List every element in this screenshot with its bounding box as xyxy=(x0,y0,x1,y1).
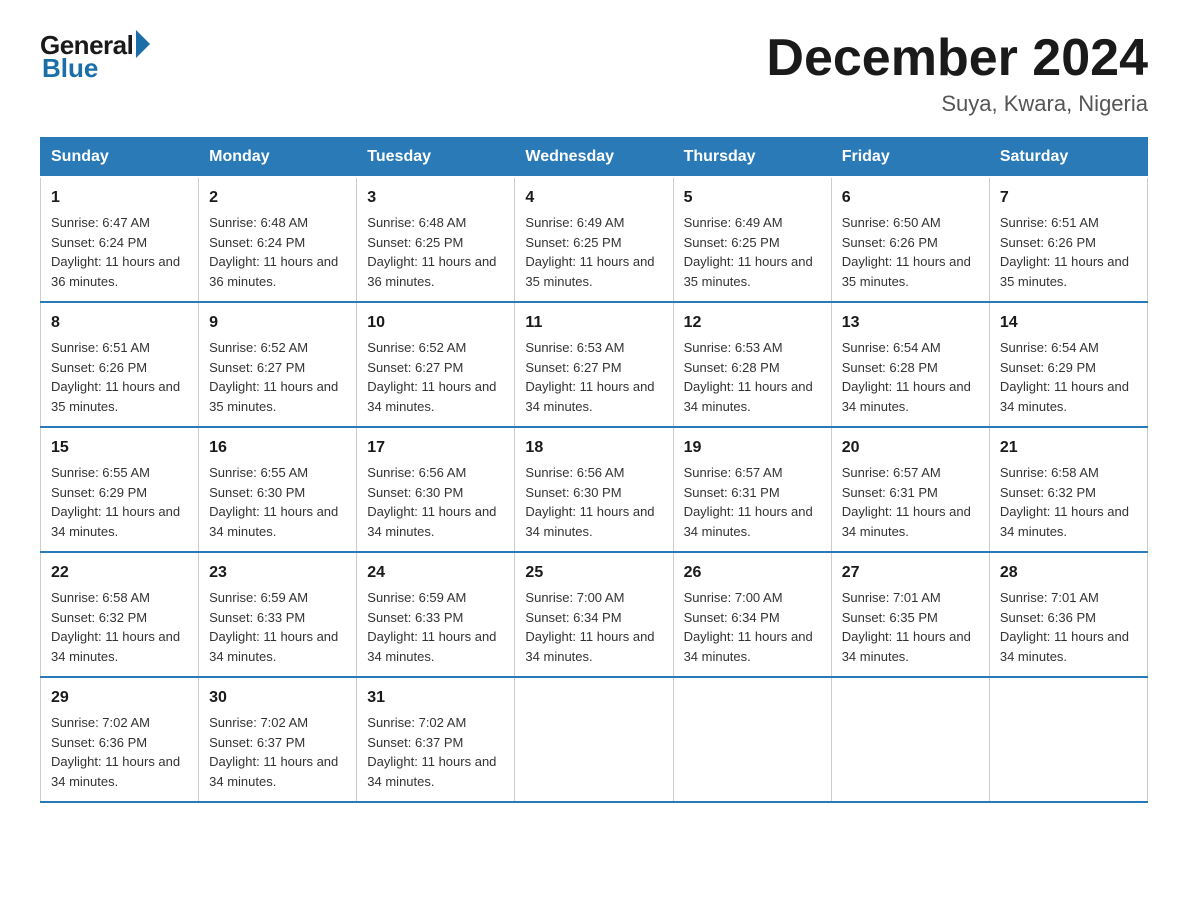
day-number: 14 xyxy=(1000,311,1137,335)
col-monday: Monday xyxy=(199,138,357,178)
calendar-cell: 18Sunrise: 6:56 AMSunset: 6:30 PMDayligh… xyxy=(515,427,673,552)
calendar-cell xyxy=(989,677,1147,802)
logo: General Blue xyxy=(40,30,150,84)
day-number: 17 xyxy=(367,436,504,460)
day-number: 2 xyxy=(209,186,346,210)
day-number: 7 xyxy=(1000,186,1137,210)
logo-triangle-icon xyxy=(136,30,150,58)
calendar-cell xyxy=(831,677,989,802)
day-number: 13 xyxy=(842,311,979,335)
day-number: 5 xyxy=(684,186,821,210)
day-number: 12 xyxy=(684,311,821,335)
col-saturday: Saturday xyxy=(989,138,1147,178)
col-tuesday: Tuesday xyxy=(357,138,515,178)
day-number: 11 xyxy=(525,311,662,335)
day-number: 29 xyxy=(51,686,188,710)
col-wednesday: Wednesday xyxy=(515,138,673,178)
day-number: 19 xyxy=(684,436,821,460)
calendar-cell: 9Sunrise: 6:52 AMSunset: 6:27 PMDaylight… xyxy=(199,302,357,427)
location: Suya, Kwara, Nigeria xyxy=(766,91,1148,117)
day-number: 24 xyxy=(367,561,504,585)
day-number: 8 xyxy=(51,311,188,335)
logo-blue-text: Blue xyxy=(42,53,98,84)
calendar-cell: 6Sunrise: 6:50 AMSunset: 6:26 PMDaylight… xyxy=(831,177,989,302)
day-number: 27 xyxy=(842,561,979,585)
page-header: General Blue December 2024 Suya, Kwara, … xyxy=(40,30,1148,117)
day-number: 23 xyxy=(209,561,346,585)
day-number: 18 xyxy=(525,436,662,460)
calendar-cell: 27Sunrise: 7:01 AMSunset: 6:35 PMDayligh… xyxy=(831,552,989,677)
day-number: 16 xyxy=(209,436,346,460)
col-friday: Friday xyxy=(831,138,989,178)
calendar-cell: 24Sunrise: 6:59 AMSunset: 6:33 PMDayligh… xyxy=(357,552,515,677)
calendar-cell: 31Sunrise: 7:02 AMSunset: 6:37 PMDayligh… xyxy=(357,677,515,802)
day-number: 6 xyxy=(842,186,979,210)
calendar-cell: 15Sunrise: 6:55 AMSunset: 6:29 PMDayligh… xyxy=(41,427,199,552)
day-number: 22 xyxy=(51,561,188,585)
calendar-cell: 19Sunrise: 6:57 AMSunset: 6:31 PMDayligh… xyxy=(673,427,831,552)
calendar-cell: 1Sunrise: 6:47 AMSunset: 6:24 PMDaylight… xyxy=(41,177,199,302)
day-number: 4 xyxy=(525,186,662,210)
day-number: 21 xyxy=(1000,436,1137,460)
calendar-cell: 26Sunrise: 7:00 AMSunset: 6:34 PMDayligh… xyxy=(673,552,831,677)
calendar-cell: 10Sunrise: 6:52 AMSunset: 6:27 PMDayligh… xyxy=(357,302,515,427)
calendar-cell: 28Sunrise: 7:01 AMSunset: 6:36 PMDayligh… xyxy=(989,552,1147,677)
calendar-cell: 8Sunrise: 6:51 AMSunset: 6:26 PMDaylight… xyxy=(41,302,199,427)
header-row: Sunday Monday Tuesday Wednesday Thursday… xyxy=(41,138,1148,178)
calendar-cell xyxy=(673,677,831,802)
day-number: 26 xyxy=(684,561,821,585)
week-row-4: 22Sunrise: 6:58 AMSunset: 6:32 PMDayligh… xyxy=(41,552,1148,677)
col-sunday: Sunday xyxy=(41,138,199,178)
calendar-cell: 29Sunrise: 7:02 AMSunset: 6:36 PMDayligh… xyxy=(41,677,199,802)
calendar-cell: 14Sunrise: 6:54 AMSunset: 6:29 PMDayligh… xyxy=(989,302,1147,427)
calendar-cell: 11Sunrise: 6:53 AMSunset: 6:27 PMDayligh… xyxy=(515,302,673,427)
calendar-cell: 23Sunrise: 6:59 AMSunset: 6:33 PMDayligh… xyxy=(199,552,357,677)
day-number: 25 xyxy=(525,561,662,585)
day-number: 31 xyxy=(367,686,504,710)
calendar-cell: 4Sunrise: 6:49 AMSunset: 6:25 PMDaylight… xyxy=(515,177,673,302)
calendar-cell: 13Sunrise: 6:54 AMSunset: 6:28 PMDayligh… xyxy=(831,302,989,427)
week-row-1: 1Sunrise: 6:47 AMSunset: 6:24 PMDaylight… xyxy=(41,177,1148,302)
month-title: December 2024 xyxy=(766,30,1148,87)
calendar-cell: 17Sunrise: 6:56 AMSunset: 6:30 PMDayligh… xyxy=(357,427,515,552)
calendar-cell: 12Sunrise: 6:53 AMSunset: 6:28 PMDayligh… xyxy=(673,302,831,427)
day-number: 28 xyxy=(1000,561,1137,585)
calendar-cell: 25Sunrise: 7:00 AMSunset: 6:34 PMDayligh… xyxy=(515,552,673,677)
calendar-cell: 22Sunrise: 6:58 AMSunset: 6:32 PMDayligh… xyxy=(41,552,199,677)
day-number: 10 xyxy=(367,311,504,335)
calendar-cell: 2Sunrise: 6:48 AMSunset: 6:24 PMDaylight… xyxy=(199,177,357,302)
title-section: December 2024 Suya, Kwara, Nigeria xyxy=(766,30,1148,117)
calendar-cell xyxy=(515,677,673,802)
calendar-cell: 21Sunrise: 6:58 AMSunset: 6:32 PMDayligh… xyxy=(989,427,1147,552)
calendar-cell: 20Sunrise: 6:57 AMSunset: 6:31 PMDayligh… xyxy=(831,427,989,552)
week-row-5: 29Sunrise: 7:02 AMSunset: 6:36 PMDayligh… xyxy=(41,677,1148,802)
col-thursday: Thursday xyxy=(673,138,831,178)
day-number: 20 xyxy=(842,436,979,460)
calendar-cell: 3Sunrise: 6:48 AMSunset: 6:25 PMDaylight… xyxy=(357,177,515,302)
calendar-cell: 5Sunrise: 6:49 AMSunset: 6:25 PMDaylight… xyxy=(673,177,831,302)
week-row-2: 8Sunrise: 6:51 AMSunset: 6:26 PMDaylight… xyxy=(41,302,1148,427)
day-number: 1 xyxy=(51,186,188,210)
day-number: 9 xyxy=(209,311,346,335)
calendar-table: Sunday Monday Tuesday Wednesday Thursday… xyxy=(40,137,1148,803)
day-number: 3 xyxy=(367,186,504,210)
calendar-cell: 7Sunrise: 6:51 AMSunset: 6:26 PMDaylight… xyxy=(989,177,1147,302)
calendar-cell: 16Sunrise: 6:55 AMSunset: 6:30 PMDayligh… xyxy=(199,427,357,552)
week-row-3: 15Sunrise: 6:55 AMSunset: 6:29 PMDayligh… xyxy=(41,427,1148,552)
day-number: 15 xyxy=(51,436,188,460)
calendar-cell: 30Sunrise: 7:02 AMSunset: 6:37 PMDayligh… xyxy=(199,677,357,802)
day-number: 30 xyxy=(209,686,346,710)
